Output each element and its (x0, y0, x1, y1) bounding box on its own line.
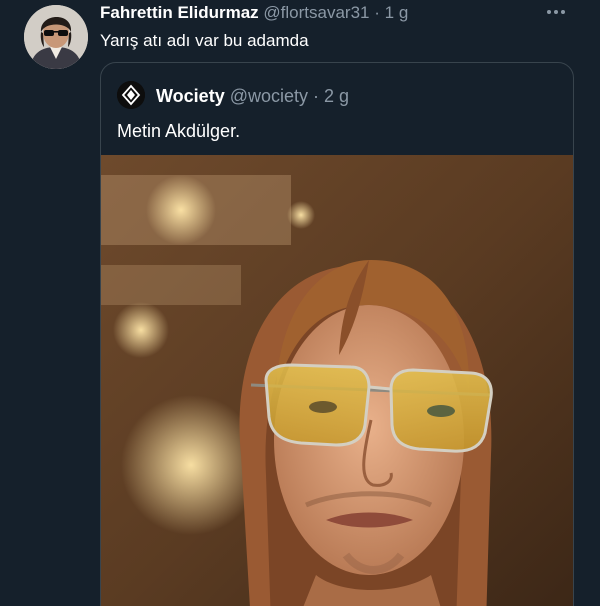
quoted-author-handle[interactable]: @wociety (230, 86, 308, 106)
quoted-author-name[interactable]: Wociety (156, 86, 225, 106)
more-dots-icon[interactable] (542, 2, 570, 22)
author-handle[interactable]: @flortsavar31 (263, 3, 369, 22)
tweet-header: Fahrettin Elidurmaz @flortsavar31 · 1 g (100, 3, 408, 23)
timestamp[interactable]: 1 g (385, 3, 409, 22)
quoted-tweet[interactable]: Wociety @wociety · 2 g Metin Akdülger. (100, 62, 574, 606)
header-separator: · (374, 3, 380, 22)
tweet: Fahrettin Elidurmaz @flortsavar31 · 1 g … (0, 0, 600, 606)
portrait-photo (101, 155, 573, 606)
avatar-image (24, 5, 88, 69)
author-name[interactable]: Fahrettin Elidurmaz (100, 3, 259, 22)
quoted-tweet-text: Metin Akdülger. (117, 121, 241, 141)
quoted-timestamp[interactable]: 2 g (324, 86, 349, 106)
quoted-tweet-photo[interactable] (101, 155, 573, 606)
wociety-logo-icon[interactable] (117, 81, 145, 109)
quoted-header-separator: · (313, 85, 320, 106)
tweet-text: Yarış atı adı var bu adamda (100, 31, 309, 50)
avatar[interactable] (24, 5, 88, 69)
quoted-tweet-header: Wociety @wociety · 2 g (117, 81, 349, 109)
